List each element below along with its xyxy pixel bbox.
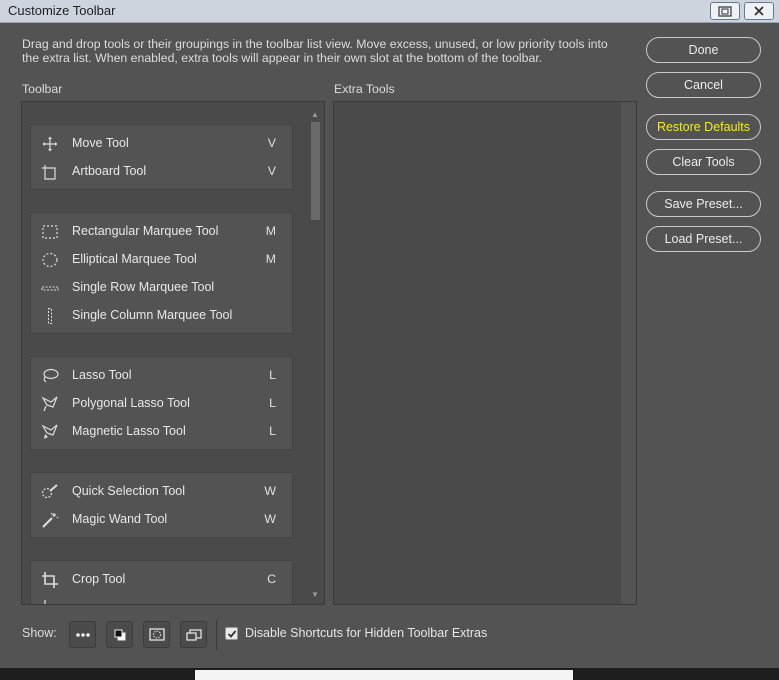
show-label: Show: bbox=[22, 626, 57, 640]
screen-mode-icon[interactable] bbox=[180, 621, 207, 648]
tool-shortcut: C bbox=[267, 572, 276, 586]
tool-row-elliptical-marquee[interactable]: Elliptical Marquee Tool M bbox=[31, 246, 292, 274]
tool-group[interactable]: Move Tool V Artboard Tool V bbox=[30, 124, 293, 190]
separator bbox=[216, 620, 217, 650]
tool-row-single-column-marquee[interactable]: Single Column Marquee Tool bbox=[31, 302, 292, 330]
tool-name: Lasso Tool bbox=[72, 368, 132, 382]
toolbar-label: Toolbar bbox=[22, 82, 63, 96]
more-tools-icon[interactable] bbox=[69, 621, 96, 648]
tool-shortcut: M bbox=[265, 252, 276, 266]
toolbar-list-scrollbar[interactable]: ▲ ▼ bbox=[309, 110, 323, 604]
tool-name: Elliptical Marquee Tool bbox=[72, 252, 197, 266]
tool-name: Rectangular Marquee Tool bbox=[72, 224, 219, 238]
tool-shortcut: V bbox=[267, 164, 276, 178]
scrollbar-thumb[interactable] bbox=[311, 122, 320, 220]
restore-defaults-button[interactable]: Restore Defaults bbox=[646, 114, 761, 140]
cancel-button[interactable]: Cancel bbox=[646, 72, 761, 98]
tool-group[interactable]: Rectangular Marquee Tool M Elliptical Ma… bbox=[30, 212, 293, 334]
tool-shortcut: L bbox=[269, 396, 276, 410]
single-column-marquee-icon bbox=[48, 308, 52, 324]
save-preset-button[interactable]: Save Preset... bbox=[646, 191, 761, 217]
tool-shortcut: M bbox=[265, 224, 276, 238]
tool-row-magic-wand[interactable]: Magic Wand Tool W bbox=[31, 506, 292, 534]
tool-group[interactable]: Crop Tool C bbox=[30, 560, 293, 604]
close-icon[interactable] bbox=[744, 2, 774, 20]
quick-mask-icon[interactable] bbox=[143, 621, 170, 648]
tool-row-rectangular-marquee[interactable]: Rectangular Marquee Tool M bbox=[31, 218, 292, 246]
tool-shortcut: W bbox=[264, 512, 276, 526]
disable-shortcuts-checkbox[interactable] bbox=[225, 627, 238, 640]
rectangular-marquee-icon bbox=[42, 225, 58, 239]
scroll-up-icon[interactable]: ▲ bbox=[311, 110, 319, 119]
artboard-icon bbox=[42, 165, 56, 180]
extra-tools-label: Extra Tools bbox=[334, 82, 395, 96]
tool-name: Single Column Marquee Tool bbox=[72, 308, 233, 322]
tool-row-polygonal-lasso[interactable]: Polygonal Lasso Tool L bbox=[31, 390, 292, 418]
window-title: Customize Toolbar bbox=[8, 3, 116, 18]
tool-group[interactable]: Lasso Tool L Polygonal Lasso Tool L Magn… bbox=[30, 356, 293, 450]
tool-group[interactable]: Quick Selection Tool W Magic Wand Tool W bbox=[30, 472, 293, 538]
polygonal-lasso-icon bbox=[41, 396, 58, 412]
tool-name: Single Row Marquee Tool bbox=[72, 280, 215, 294]
instructions-text: Drag and drop tools or their groupings i… bbox=[22, 37, 608, 65]
move-icon bbox=[42, 136, 58, 152]
crop-icon bbox=[42, 572, 58, 588]
tool-row-single-row-marquee[interactable]: Single Row Marquee Tool bbox=[31, 274, 292, 302]
disable-shortcuts-label[interactable]: Disable Shortcuts for Hidden Toolbar Ext… bbox=[245, 626, 487, 640]
tool-shortcut: V bbox=[267, 136, 276, 150]
done-button[interactable]: Done bbox=[646, 37, 761, 63]
tool-row-quick-selection[interactable]: Quick Selection Tool W bbox=[31, 478, 292, 506]
magic-wand-icon bbox=[42, 512, 59, 528]
extra-tools-list[interactable] bbox=[333, 101, 637, 605]
tool-shortcut: L bbox=[269, 424, 276, 438]
restore-icon[interactable] bbox=[710, 2, 740, 20]
background-window-strip bbox=[0, 668, 779, 680]
tool-row-move[interactable]: Move Tool V bbox=[31, 130, 292, 158]
clear-tools-button[interactable]: Clear Tools bbox=[646, 149, 761, 175]
tool-name: Magnetic Lasso Tool bbox=[72, 424, 186, 438]
single-row-marquee-icon bbox=[41, 286, 59, 291]
lasso-icon bbox=[43, 368, 59, 383]
tool-row-lasso[interactable]: Lasso Tool L bbox=[31, 362, 292, 390]
background-window bbox=[195, 670, 573, 680]
elliptical-marquee-icon bbox=[42, 252, 58, 268]
tool-row-partial[interactable] bbox=[31, 594, 292, 604]
toolbar-list[interactable]: Move Tool V Artboard Tool V Rectangular … bbox=[21, 101, 325, 605]
perspective-crop-icon bbox=[44, 600, 46, 604]
tool-name: Crop Tool bbox=[72, 572, 126, 586]
scroll-down-icon[interactable]: ▼ bbox=[311, 590, 319, 599]
tool-row-magnetic-lasso[interactable]: Magnetic Lasso Tool L bbox=[31, 418, 292, 446]
tool-name: Move Tool bbox=[72, 136, 129, 150]
tool-name: Magic Wand Tool bbox=[72, 512, 168, 526]
tool-shortcut: L bbox=[269, 368, 276, 382]
tool-name: Polygonal Lasso Tool bbox=[72, 396, 190, 410]
foreground-background-icon[interactable] bbox=[106, 621, 133, 648]
tool-shortcut: W bbox=[264, 484, 276, 498]
tool-name: Artboard Tool bbox=[72, 164, 147, 178]
quick-selection-icon bbox=[41, 484, 58, 499]
load-preset-button[interactable]: Load Preset... bbox=[646, 226, 761, 252]
tool-row-crop[interactable]: Crop Tool C bbox=[31, 566, 292, 594]
tool-name: Quick Selection Tool bbox=[72, 484, 186, 498]
title-bar: Customize Toolbar bbox=[0, 0, 779, 23]
extra-tools-scrollbar[interactable] bbox=[621, 102, 636, 604]
tool-row-artboard[interactable]: Artboard Tool V bbox=[31, 158, 292, 186]
magnetic-lasso-icon bbox=[41, 424, 58, 439]
